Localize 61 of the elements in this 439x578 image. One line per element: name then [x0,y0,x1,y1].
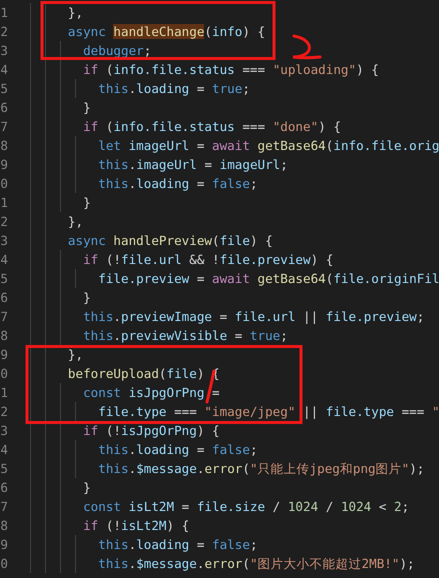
line-number: 8 [0,327,8,345]
line-number: 5 [0,80,8,98]
code-line: file.type === "image/jpeg" || file.type === " [97,404,439,419]
code-line: if (!isJpgOrPng) { [82,423,220,438]
line-number: 9 [0,346,8,364]
code-line: if (!isLt2M) { [82,518,190,533]
code-line: this.imageUrl = imageUrl; [97,157,288,172]
code-line: const isJpgOrPng = [82,385,220,400]
line-number: 2 [0,403,8,421]
code-line: debugger; [82,43,152,58]
code-line: if (info.file.status === "uploading") { [82,62,379,77]
code-line: const isLt2M = file.size / 1024 / 1024 < 2; [82,499,410,514]
line-number: 3 [0,42,8,60]
line-number: 4 [0,251,8,269]
code-line: }, [66,5,84,20]
code-line: } [82,195,91,210]
line-number: 1 [0,194,8,212]
code-line: this.$message.error("只能上传jpeg和png图片"); [97,461,424,476]
line-number: 7 [0,308,8,326]
code-line: this.loading = false; [97,442,258,457]
line-number: 7 [0,118,8,136]
code-line: this.loading = false; [97,537,258,552]
code-line: let imageUrl = await getBase64(info.file.orig [97,138,439,153]
line-number: 0 [0,365,8,383]
code-line: async handlePreview(file) { [66,233,273,248]
line-number: 8 [0,517,8,535]
code-line: this.loading = false; [97,176,258,191]
code-line: if (!file.url && !file.preview) { [82,252,334,267]
code-line: async handleChange(info) { [66,24,266,39]
code-line: this.previewVisible = true; [82,328,288,343]
line-number: 1 [0,384,8,402]
line-number: 9 [0,536,8,554]
code-line: this.loading = true; [97,81,250,96]
line-number: 7 [0,498,8,516]
code-line: beforeUpload(file) { [66,366,220,381]
line-number: 2 [0,23,8,41]
line-number: 8 [0,137,8,155]
annotation-mark [292,34,322,60]
line-number: 3 [0,422,8,440]
code-line: }, [66,347,84,362]
code-line: if (info.file.status === "done") { [82,119,341,134]
line-number: 4 [0,61,8,79]
line-number: 2 [0,213,8,231]
line-number: 6 [0,479,8,497]
line-number: 6 [0,289,8,307]
line-number: 3 [0,232,8,250]
code-line: this.$message.error("图片大小不能超过2MB!"); [97,556,415,571]
line-number: 5 [0,460,8,478]
line-number: 4 [0,441,8,459]
line-number: 0 [0,555,8,573]
line-number: 5 [0,270,8,288]
code-line: } [82,100,91,115]
code-line: this.previewImage = file.url || file.preview; [82,309,424,324]
line-number: 1 [0,4,8,22]
line-number: 9 [0,156,8,174]
code-line: }, [66,214,84,229]
code-line: file.preview = await getBase64(file.originFil [97,271,439,286]
code-line: } [82,480,91,495]
code-line: } [82,290,91,305]
line-number: 6 [0,99,8,117]
line-number: 0 [0,175,8,193]
